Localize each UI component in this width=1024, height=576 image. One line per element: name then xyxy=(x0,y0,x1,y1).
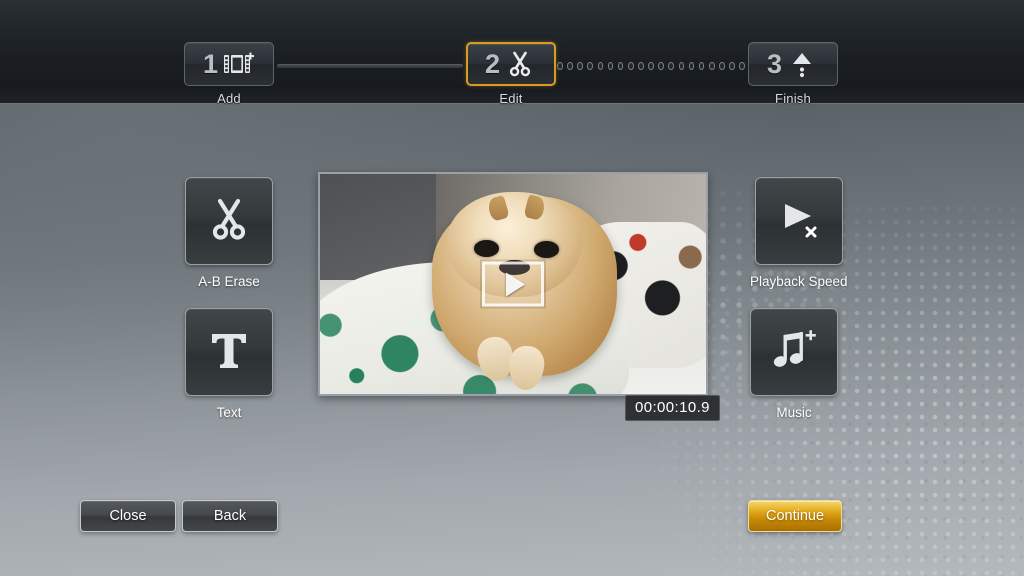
connector-dot xyxy=(627,61,634,70)
step-connector-dots xyxy=(557,61,745,70)
connector-dot xyxy=(577,61,583,70)
tool-playback-speed-label: Playback Speed xyxy=(750,274,848,289)
wizard-step-add-label: Add xyxy=(217,91,241,106)
close-button[interactable]: Close xyxy=(80,500,176,532)
connector-dot xyxy=(729,61,735,70)
wizard-step-edit[interactable]: 2 Edit xyxy=(466,42,556,106)
text-t-icon xyxy=(206,326,252,379)
wizard-step-edit-label: Edit xyxy=(499,91,523,106)
connector-dot xyxy=(678,61,685,70)
step-number: 3 xyxy=(766,48,783,79)
connector-dot xyxy=(708,61,715,70)
connector-dot xyxy=(739,61,745,70)
tool-music[interactable]: Music xyxy=(750,308,838,420)
connector-dot xyxy=(698,61,705,70)
upload-share-icon xyxy=(785,48,819,80)
connector-dot xyxy=(557,61,563,70)
tool-playback-speed[interactable]: Playback Speed xyxy=(750,177,848,289)
wizard-steps: 1 Add 2 Edit 3 Finish xyxy=(0,0,1024,106)
wizard-step-edit-chip[interactable]: 2 xyxy=(466,42,556,86)
connector-dot xyxy=(719,61,725,70)
tool-ab-erase[interactable]: A-B Erase xyxy=(185,177,273,289)
play-icon xyxy=(505,272,525,296)
wizard-step-add-chip[interactable]: 1 xyxy=(184,42,274,86)
step-number: 1 xyxy=(202,48,219,79)
step-connector-line xyxy=(277,64,463,68)
scene-dog-eye xyxy=(534,241,559,258)
tool-text-button[interactable] xyxy=(185,308,273,396)
tool-ab-erase-button[interactable] xyxy=(185,177,273,265)
connector-dot xyxy=(607,61,614,70)
tool-text-label: Text xyxy=(216,405,242,420)
connector-dot xyxy=(567,61,573,70)
film-strip-plus-icon xyxy=(221,48,255,80)
connector-dot xyxy=(648,61,654,70)
wizard-step-finish-chip[interactable]: 3 xyxy=(748,42,838,86)
connector-dot xyxy=(638,61,644,70)
tool-music-label: Music xyxy=(776,405,812,420)
timecode-badge: 00:00:10.9 xyxy=(625,395,720,421)
play-overlay-button[interactable] xyxy=(482,261,544,307)
scissors-icon xyxy=(206,195,252,248)
tool-playback-speed-button[interactable] xyxy=(754,177,843,265)
scene-dog-ear xyxy=(523,194,546,221)
connector-dot xyxy=(658,61,664,70)
music-note-plus-icon xyxy=(769,326,819,379)
wizard-topbar: 1 Add 2 Edit 3 Finish xyxy=(0,0,1024,106)
wizard-step-add[interactable]: 1 Add xyxy=(184,42,274,106)
step-number: 2 xyxy=(484,48,501,79)
scissors-icon xyxy=(503,48,537,80)
connector-dot xyxy=(668,61,674,70)
connector-dot xyxy=(617,61,624,70)
back-button[interactable]: Back xyxy=(182,500,278,532)
tool-ab-erase-label: A-B Erase xyxy=(198,274,260,289)
play-speed-icon xyxy=(774,196,824,247)
connector-dot xyxy=(597,61,604,70)
connector-dot xyxy=(688,61,695,70)
wizard-step-finish[interactable]: 3 Finish xyxy=(748,42,838,106)
wizard-step-finish-label: Finish xyxy=(775,91,811,106)
continue-button[interactable]: Continue xyxy=(748,500,842,532)
connector-dot xyxy=(587,61,593,70)
app-window: 1 Add 2 Edit 3 Finish A-B Erase Text Pla… xyxy=(0,0,1024,576)
scene-dog-eye xyxy=(474,240,500,257)
tool-music-button[interactable] xyxy=(750,308,838,396)
video-preview[interactable] xyxy=(318,172,708,396)
tool-text[interactable]: Text xyxy=(185,308,273,420)
scene-dog-ear xyxy=(486,194,510,223)
